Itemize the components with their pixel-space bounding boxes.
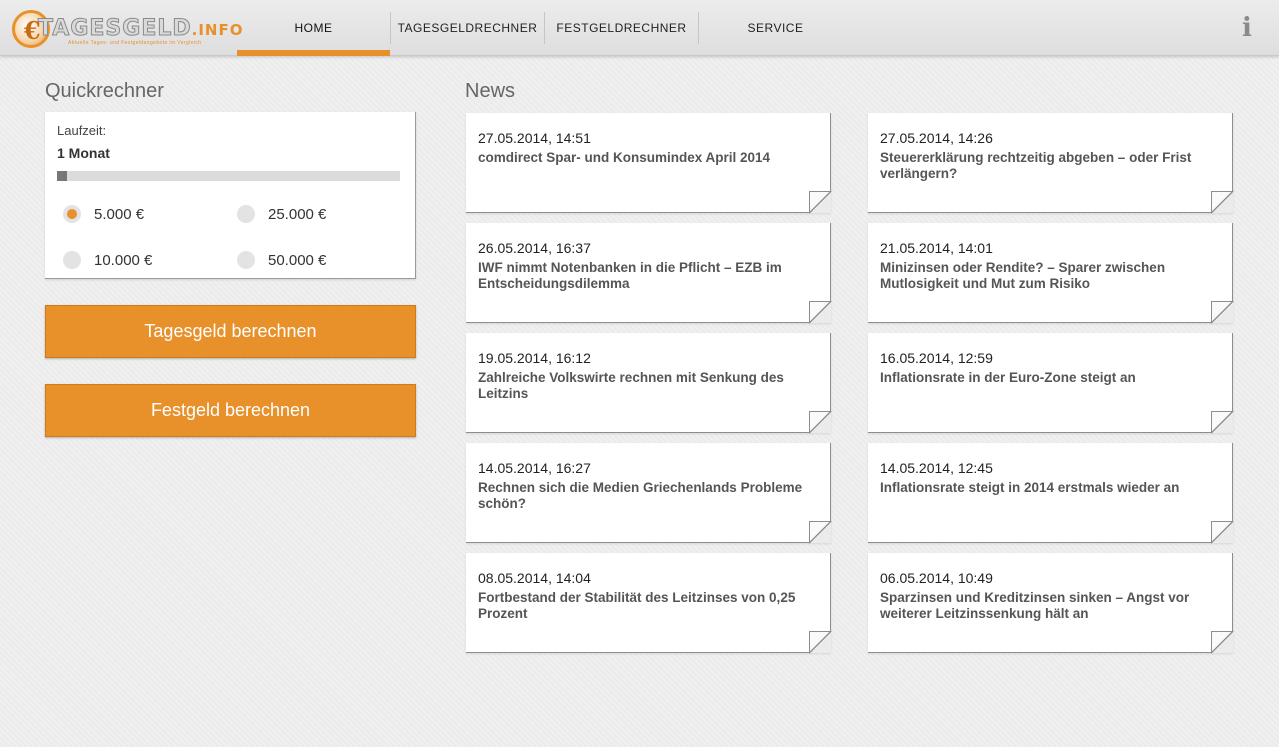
amount-label: 25.000 € [268, 205, 327, 223]
news-card[interactable]: 14.05.2014, 16:27 Rechnen sich die Medien… [466, 443, 831, 543]
news-card[interactable]: 27.05.2014, 14:26 Steuererklärung rechtze… [868, 113, 1233, 213]
news-card[interactable]: 19.05.2014, 16:12 Zahlreiche Volkswirte r… [466, 333, 831, 433]
news-card[interactable]: 06.05.2014, 10:49 Sparzinsen und Kreditzi… [868, 553, 1233, 653]
radio-button[interactable] [63, 205, 81, 223]
news-card[interactable]: 27.05.2014, 14:51 comdirect Spar- und Kon… [466, 113, 831, 213]
quickrechner-card: Laufzeit: 1 Monat 5.000 € 25.000 € 10.00… [45, 112, 416, 279]
news-date: 06.05.2014, 10:49 [880, 570, 993, 586]
laufzeit-value: 1 Monat [57, 145, 110, 161]
quickrechner-title: Quickrechner [45, 80, 164, 102]
news-headline: Minizinsen oder Rendite? – Sparer zwisch… [880, 260, 1166, 291]
radio-button[interactable] [237, 205, 255, 223]
tab-home[interactable]: HOME [237, 0, 390, 56]
amount-option-5000[interactable]: 5.000 € [63, 203, 144, 225]
news-date: 08.05.2014, 14:04 [478, 570, 591, 586]
news-date: 16.05.2014, 12:59 [880, 350, 993, 366]
news-card[interactable]: 21.05.2014, 14:01 Minizinsen oder Rendite… [868, 223, 1233, 323]
news-card[interactable]: 08.05.2014, 14:04 Fortbestand der Stabili… [466, 553, 831, 653]
news-date: 27.05.2014, 14:26 [880, 130, 993, 146]
news-date: 14.05.2014, 12:45 [880, 460, 993, 476]
radio-button[interactable] [63, 251, 81, 269]
laufzeit-slider[interactable] [57, 171, 400, 181]
amount-label: 5.000 € [94, 205, 145, 223]
active-tab-indicator [237, 50, 390, 56]
page-curl-icon [1211, 191, 1233, 213]
news-date: 27.05.2014, 14:51 [478, 130, 591, 146]
tagesgeld-berechnen-button[interactable]: Tagesgeld berechnen [45, 305, 416, 358]
slider-handle[interactable] [57, 171, 67, 181]
news-headline: Sparzinsen und Kreditzinsen sinken – Ang… [880, 590, 1190, 621]
page-curl-icon [1211, 521, 1233, 543]
amount-option-50000[interactable]: 50.000 € [237, 249, 326, 271]
news-headline: Fortbestand der Stabilität des Leitzinse… [478, 590, 796, 621]
news-headline: Rechnen sich die Medien Griechenlands Pr… [478, 480, 803, 511]
news-headline: IWF nimmt Notenbanken in die Pflicht – E… [478, 260, 782, 291]
logo-wordmark: TAGESGELD.INFO [38, 16, 244, 42]
page-curl-icon [809, 521, 831, 543]
info-icon[interactable]: i [1234, 13, 1260, 43]
page-curl-icon [1211, 301, 1233, 323]
page-curl-icon [809, 631, 831, 653]
amount-option-25000[interactable]: 25.000 € [237, 203, 326, 225]
top-navigation-bar: € TAGESGELD.INFO Aktuelle Tages- und Fes… [0, 0, 1279, 56]
tab-tagesgeldrechner[interactable]: TAGESGELDRECHNER [391, 0, 544, 56]
laufzeit-label: Laufzeit: [57, 123, 107, 138]
logo[interactable]: € TAGESGELD.INFO Aktuelle Tages- und Fes… [10, 9, 242, 49]
news-card[interactable]: 14.05.2014, 12:45 Inflationsrate steigt i… [868, 443, 1233, 543]
logo-tagline: Aktuelle Tages- und Festgeldangebote im … [68, 40, 202, 46]
festgeld-berechnen-button[interactable]: Festgeld berechnen [45, 384, 416, 437]
page-curl-icon [1211, 411, 1233, 433]
news-date: 19.05.2014, 16:12 [478, 350, 591, 366]
news-card[interactable]: 26.05.2014, 16:37 IWF nimmt Notenbanken i… [466, 223, 831, 323]
amount-label: 50.000 € [268, 251, 327, 269]
news-headline: Steuererklärung rechtzeitig abgeben – od… [880, 150, 1192, 181]
news-title: News [465, 80, 516, 102]
radio-button[interactable] [237, 251, 255, 269]
amount-label: 10.000 € [94, 251, 153, 269]
news-headline: Inflationsrate in der Euro-Zone steigt a… [880, 370, 1136, 385]
amount-option-10000[interactable]: 10.000 € [63, 249, 152, 271]
news-date: 21.05.2014, 14:01 [880, 240, 993, 256]
tab-festgeldrechner[interactable]: FESTGELDRECHNER [545, 0, 698, 56]
news-headline: Inflationsrate steigt in 2014 erstmals w… [880, 480, 1180, 495]
news-date: 26.05.2014, 16:37 [478, 240, 591, 256]
page-curl-icon [809, 411, 831, 433]
tab-service[interactable]: SERVICE [699, 0, 852, 56]
news-date: 14.05.2014, 16:27 [478, 460, 591, 476]
page-curl-icon [809, 301, 831, 323]
news-headline: comdirect Spar- und Konsumindex April 20… [478, 150, 771, 165]
page-curl-icon [1211, 631, 1233, 653]
page-curl-icon [809, 191, 831, 213]
news-headline: Zahlreiche Volkswirte rechnen mit Senkun… [478, 370, 784, 401]
news-card[interactable]: 16.05.2014, 12:59 Inflationsrate in der E… [868, 333, 1233, 433]
